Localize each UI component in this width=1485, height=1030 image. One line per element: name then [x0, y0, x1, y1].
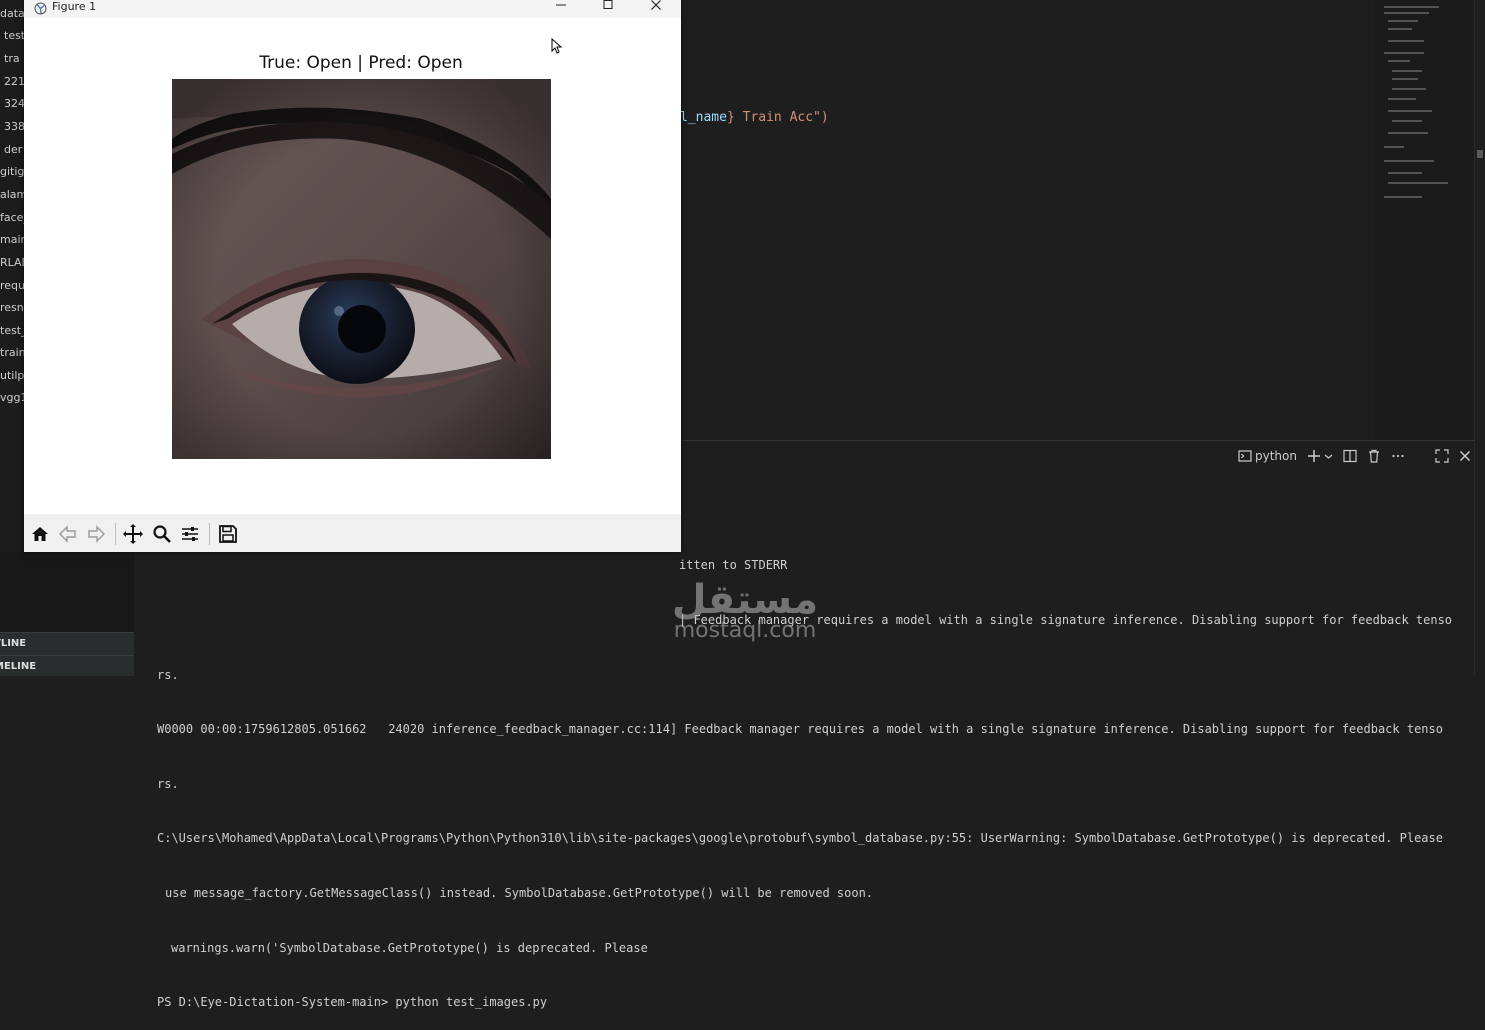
terminal-prompt-line: PS D:\Eye-Dictation-System-main> python …: [157, 995, 548, 1010]
vertical-scrollbar[interactable]: [1474, 0, 1485, 675]
back-button[interactable]: [56, 522, 80, 546]
explorer-item[interactable]: 338: [4, 120, 24, 133]
explorer-item[interactable]: tra: [4, 52, 24, 65]
minimap[interactable]: [1374, 0, 1474, 440]
maximize-panel-icon[interactable]: [1435, 449, 1449, 463]
explorer-item[interactable]: vgg1: [0, 391, 24, 404]
save-button[interactable]: [216, 522, 240, 546]
terminal-shell-selector[interactable]: python: [1238, 449, 1297, 463]
terminal-line: W0000 00:00:1759612805.051662 24020 infe…: [157, 722, 1443, 737]
timeline-panel-header[interactable]: MELINE: [0, 655, 134, 676]
matplotlib-toolbar: [24, 514, 681, 552]
explorer-item[interactable]: der: [4, 143, 24, 156]
terminal-shell-label: python: [1255, 449, 1297, 463]
new-terminal-button[interactable]: [1307, 449, 1333, 463]
terminal-line: rs.: [157, 776, 179, 791]
explorer-sidebar: data test tra 221 324 338 der gitig alam…: [0, 0, 24, 630]
explorer-item[interactable]: alam: [0, 188, 24, 201]
home-icon: [32, 527, 48, 541]
chevron-down-icon: [1324, 454, 1333, 459]
explorer-item[interactable]: data: [0, 7, 24, 20]
plot-title: True: Open | Pred: Open: [259, 53, 463, 73]
pan-icon: [123, 524, 143, 544]
maximize-button[interactable]: [593, 0, 623, 16]
pan-button[interactable]: [121, 522, 145, 546]
explorer-item[interactable]: train: [0, 346, 24, 359]
matplotlib-logo-icon: [34, 2, 47, 15]
terminal-toolbar: python: [1238, 446, 1471, 466]
back-arrow-icon: [59, 525, 76, 543]
more-actions-icon[interactable]: [1391, 449, 1405, 463]
explorer-item[interactable]: utilp: [0, 369, 24, 382]
sidebar-lower: [0, 552, 134, 632]
terminal-line: itten to STDERR: [679, 558, 788, 573]
code-string: } Train Acc"): [726, 110, 829, 125]
outline-label: TLINE: [0, 638, 27, 649]
eye-image: [172, 79, 551, 459]
minimize-button[interactable]: [546, 0, 576, 16]
terminal-line: C:\Users\Mohamed\AppData\Local\Programs\…: [157, 831, 1443, 846]
close-button[interactable]: [641, 0, 671, 16]
terminal-icon: [1238, 450, 1252, 462]
figure-window[interactable]: Figure 1 True: Open | Pred: Open: [24, 0, 681, 552]
forward-arrow-icon: [88, 525, 105, 543]
explorer-item[interactable]: test: [4, 29, 24, 42]
explorer-item[interactable]: resn: [0, 301, 24, 314]
zoom-icon: [153, 525, 171, 543]
terminal-line: warnings.warn('SymbolDatabase.GetPrototy…: [171, 940, 648, 955]
minimize-icon: [556, 4, 566, 6]
explorer-item[interactable]: 221: [4, 75, 24, 88]
code-line: l_name} Train Acc"): [680, 110, 829, 125]
mouse-cursor-icon: [551, 38, 563, 54]
watermark-arabic: مستقل: [671, 577, 819, 623]
maximize-icon: [603, 0, 613, 9]
explorer-item[interactable]: test_: [0, 324, 24, 337]
explorer-item[interactable]: gitig: [0, 165, 24, 178]
explorer-item[interactable]: 324: [4, 97, 24, 110]
outline-panel-header[interactable]: TLINE: [0, 632, 134, 655]
save-icon: [219, 525, 237, 543]
close-icon[interactable]: [1459, 450, 1471, 462]
trash-icon[interactable]: [1367, 449, 1381, 463]
explorer-item[interactable]: requ: [0, 279, 24, 292]
code-var: l_name: [680, 110, 727, 125]
watermark-latin: mostaql.com: [673, 618, 817, 643]
explorer-item[interactable]: face_: [0, 211, 24, 224]
watermark: مستقل mostaql.com: [650, 578, 840, 642]
forward-button[interactable]: [84, 522, 108, 546]
split-terminal-icon[interactable]: [1343, 449, 1357, 463]
terminal-line: use message_factory.GetMessageClass() in…: [165, 885, 874, 900]
home-button[interactable]: [28, 522, 52, 546]
figure-titlebar[interactable]: Figure 1: [24, 0, 681, 18]
scrollbar-thumb[interactable]: [1477, 150, 1483, 158]
zoom-button[interactable]: [150, 522, 174, 546]
configure-subplots-button[interactable]: [178, 522, 202, 546]
close-icon: [651, 0, 661, 10]
configure-subplots-icon: [182, 527, 198, 541]
timeline-label: MELINE: [0, 661, 37, 672]
figure-window-title: Figure 1: [52, 0, 97, 13]
explorer-item[interactable]: main: [0, 233, 24, 246]
plus-icon: [1307, 450, 1320, 462]
explorer-item[interactable]: RLAD: [0, 256, 24, 269]
